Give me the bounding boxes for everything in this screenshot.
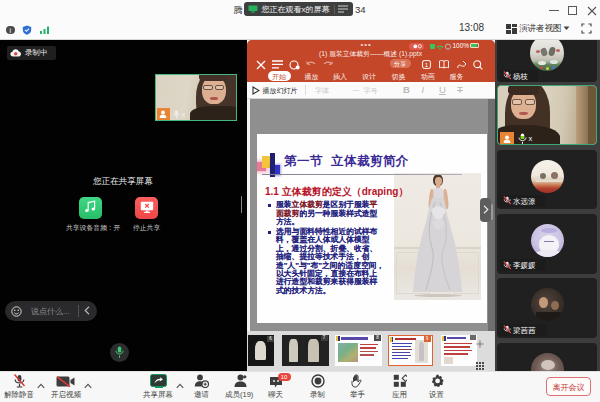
svg-text:1: 1 [425, 61, 429, 67]
